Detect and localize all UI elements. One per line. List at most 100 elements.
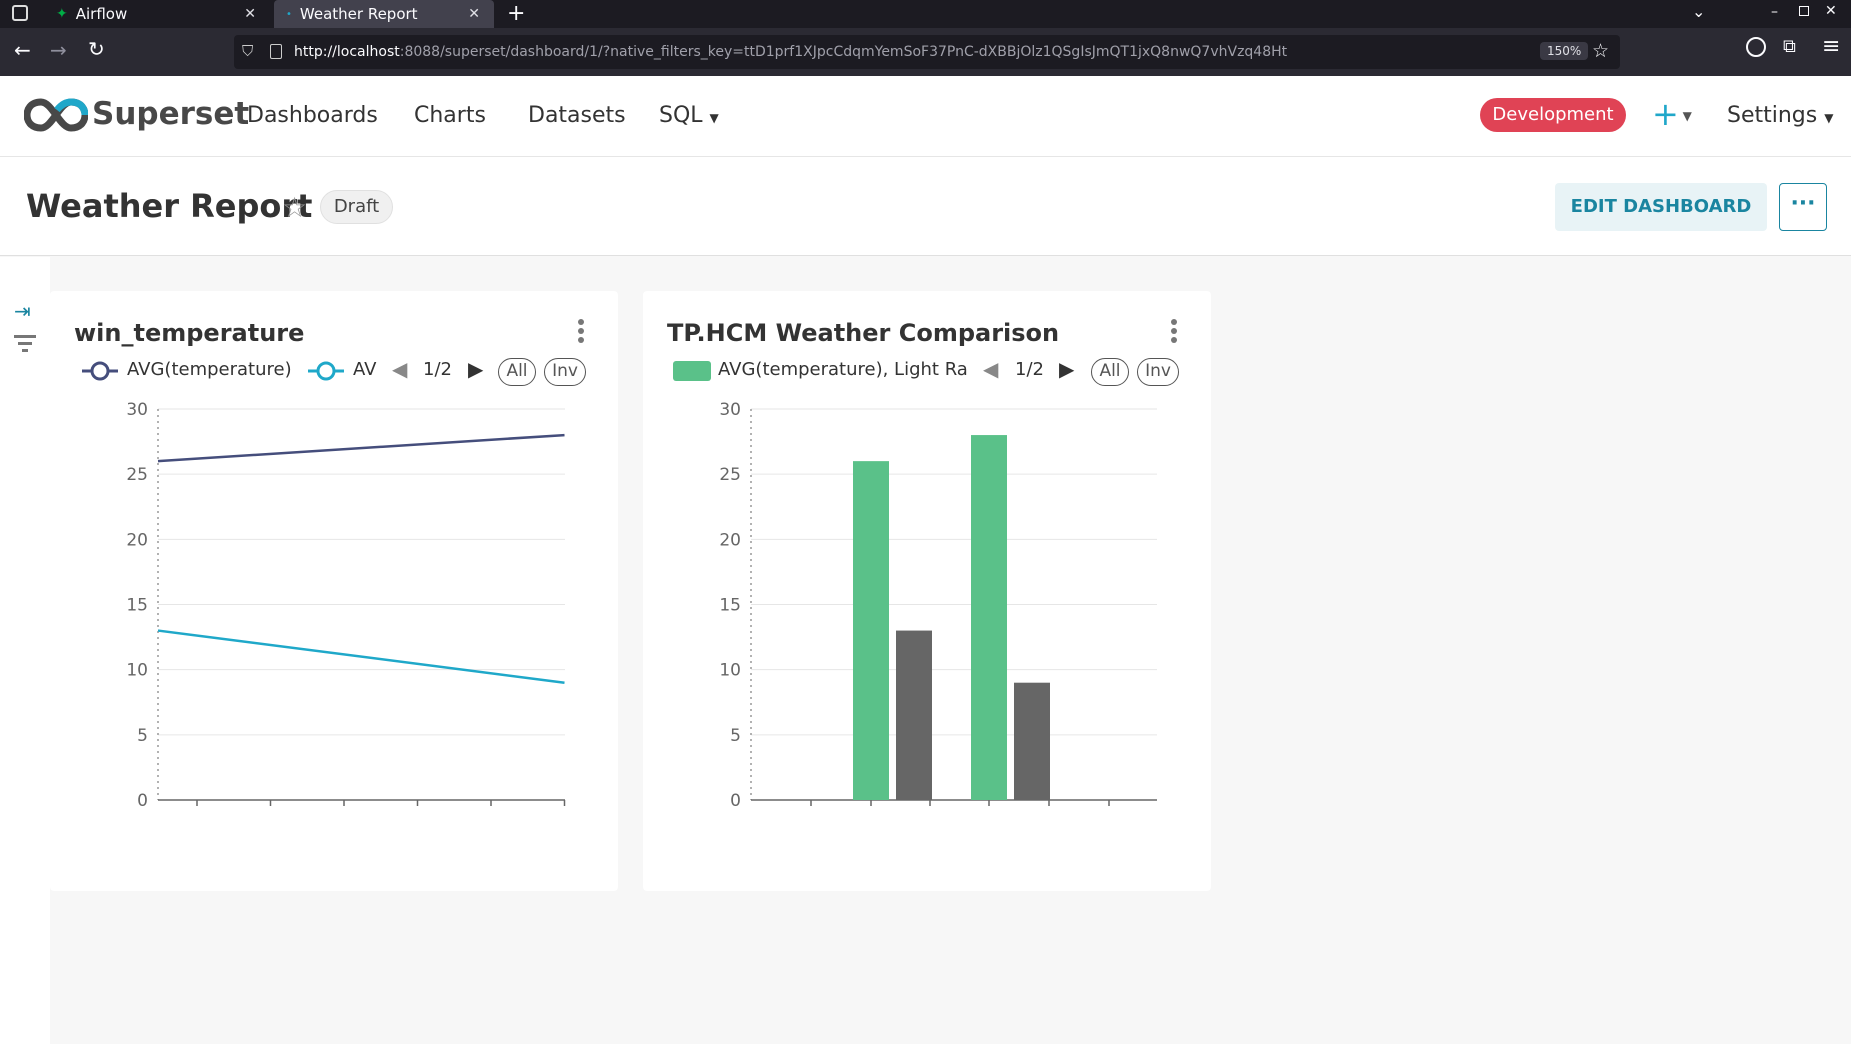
- restore-icon[interactable]: [1799, 6, 1809, 16]
- y-tick-label: 5: [137, 726, 148, 746]
- filter-sidebar: ⇥: [0, 257, 50, 1044]
- y-tick-label: 15: [719, 596, 741, 616]
- legend-page: 1/2: [423, 359, 452, 380]
- dashboard-title[interactable]: Weather Report: [26, 187, 312, 225]
- logo-text[interactable]: Superset: [92, 96, 249, 132]
- menu-sql-label: SQL: [659, 103, 703, 128]
- zoom-level[interactable]: 150%: [1540, 42, 1589, 60]
- expand-sidebar-icon[interactable]: ⇥: [14, 299, 31, 323]
- airflow-favicon-icon: ✦: [56, 6, 68, 22]
- y-tick-label: 15: [126, 596, 148, 616]
- close-window-icon[interactable]: ✕: [1825, 3, 1837, 19]
- caret-down-icon: ▼: [1678, 109, 1692, 123]
- close-icon[interactable]: ✕: [244, 6, 256, 22]
- legend-line-marker-icon[interactable]: [306, 361, 346, 381]
- menu-charts[interactable]: Charts: [414, 103, 486, 128]
- tab-list-icon[interactable]: [12, 5, 28, 21]
- y-tick-label: 25: [126, 465, 148, 485]
- chevron-down-icon[interactable]: ⌄: [1692, 2, 1705, 21]
- legend-color-swatch[interactable]: [673, 361, 711, 381]
- legend-prev-icon[interactable]: ◀: [983, 357, 998, 381]
- extensions-icon[interactable]: ⧉: [1783, 36, 1796, 57]
- superset-logo-icon[interactable]: [24, 98, 88, 132]
- tab-weather-report[interactable]: • Weather Report ✕: [274, 0, 494, 28]
- legend-prev-icon[interactable]: ◀: [392, 357, 407, 381]
- draft-badge[interactable]: Draft: [320, 190, 393, 224]
- legend-next-icon[interactable]: ▶: [468, 357, 483, 381]
- series-line-1: [157, 433, 565, 463]
- url-text[interactable]: http://localhost:8088/superset/dashboard…: [294, 44, 1287, 60]
- chart-title: TP.HCM Weather Comparison: [667, 319, 1060, 347]
- legend-all-button[interactable]: All: [498, 358, 536, 386]
- chart-title: win_temperature: [74, 319, 305, 347]
- legend-item-2[interactable]: AV: [353, 359, 376, 380]
- more-options-button[interactable]: ···: [1779, 183, 1827, 231]
- browser-tab-bar: ✦ Airflow ✕ • Weather Report ✕ + ⌄ – ✕: [0, 0, 1851, 28]
- line-chart[interactable]: 05101520253020:001704:0008:0012:0016:00: [50, 391, 618, 811]
- caret-down-icon: ▼: [709, 111, 719, 125]
- bar-chart[interactable]: 0510152025301612:001712:001812:00: [643, 391, 1211, 811]
- chart-menu-icon[interactable]: [1171, 319, 1177, 345]
- settings-label: Settings: [1727, 103, 1818, 128]
- bar-1: [971, 435, 1007, 800]
- y-tick-label: 0: [137, 791, 148, 811]
- url-bar[interactable]: ⛉ http://localhost:8088/superset/dashboa…: [234, 35, 1620, 69]
- caret-down-icon: ▼: [1824, 111, 1834, 125]
- environment-badge: Development: [1480, 98, 1626, 132]
- y-tick-label: 25: [719, 465, 741, 485]
- dashboard-header: Weather Report ☆ Draft EDIT DASHBOARD ··…: [0, 157, 1851, 256]
- legend-all-button[interactable]: All: [1091, 358, 1129, 386]
- chart-menu-icon[interactable]: [578, 319, 584, 345]
- tab-title: Airflow: [75, 5, 128, 23]
- page-icon: [270, 44, 282, 59]
- bar-2: [896, 630, 932, 800]
- y-tick-label: 5: [730, 726, 741, 746]
- back-icon[interactable]: ←: [14, 38, 31, 62]
- menu-sql[interactable]: SQL ▼: [659, 103, 719, 128]
- y-tick-label: 10: [719, 661, 741, 681]
- add-new-icon[interactable]: + ▼: [1652, 94, 1692, 136]
- menu-icon[interactable]: ≡: [1822, 34, 1840, 59]
- y-tick-label: 30: [719, 400, 741, 420]
- account-icon[interactable]: [1746, 37, 1766, 57]
- settings-menu[interactable]: Settings ▼: [1727, 103, 1833, 128]
- y-tick-label: 20: [126, 530, 148, 550]
- bookmark-star-icon[interactable]: ☆: [1592, 40, 1609, 62]
- chart-card-win-temperature: win_temperature AVG(temperature) AV ◀ 1/…: [50, 291, 618, 891]
- legend-item-1[interactable]: AVG(temperature), Light Ra: [718, 359, 968, 380]
- url-path: :8088/superset/dashboard/1/?native_filte…: [399, 44, 1288, 60]
- close-icon[interactable]: ✕: [468, 6, 480, 22]
- new-tab-icon[interactable]: +: [507, 1, 525, 26]
- edit-dashboard-button[interactable]: EDIT DASHBOARD: [1555, 183, 1767, 231]
- superset-favicon-icon: •: [286, 8, 292, 20]
- bar-1: [853, 461, 889, 800]
- chart-legend: AVG(temperature), Light Ra ◀ 1/2 ▶ All I…: [643, 355, 1211, 386]
- forward-icon[interactable]: →: [50, 38, 67, 62]
- browser-nav-bar: ← → ↻ ⛉ http://localhost:8088/superset/d…: [0, 28, 1851, 76]
- menu-datasets[interactable]: Datasets: [528, 103, 626, 128]
- tab-airflow[interactable]: ✦ Airflow ✕: [44, 0, 270, 28]
- legend-line-marker-icon[interactable]: [80, 361, 120, 381]
- legend-page: 1/2: [1015, 359, 1044, 380]
- favorite-star-icon[interactable]: ☆: [282, 191, 307, 224]
- legend-inv-button[interactable]: Inv: [544, 358, 586, 386]
- reload-icon[interactable]: ↻: [88, 37, 105, 61]
- legend-next-icon[interactable]: ▶: [1059, 357, 1074, 381]
- tab-title: Weather Report: [299, 5, 418, 23]
- app-header: Superset Dashboards Charts Datasets SQL …: [0, 76, 1851, 157]
- series-line-2: [157, 629, 565, 684]
- legend-item-1[interactable]: AVG(temperature): [127, 359, 292, 380]
- y-tick-label: 0: [730, 791, 741, 811]
- url-host: http://localhost: [294, 44, 400, 60]
- menu-dashboards[interactable]: Dashboards: [247, 103, 378, 128]
- chart-card-tphcm-weather-comparison: TP.HCM Weather Comparison AVG(temperatur…: [643, 291, 1211, 891]
- y-tick-label: 10: [126, 661, 148, 681]
- bar-2: [1014, 682, 1050, 800]
- chart-legend: AVG(temperature) AV ◀ 1/2 ▶ All Inv: [50, 355, 618, 386]
- y-tick-label: 20: [719, 530, 741, 550]
- shield-icon[interactable]: ⛉: [242, 42, 253, 60]
- legend-inv-button[interactable]: Inv: [1137, 358, 1179, 386]
- filter-icon[interactable]: [14, 333, 36, 353]
- y-tick-label: 30: [126, 400, 148, 420]
- minimize-icon[interactable]: –: [1771, 4, 1778, 20]
